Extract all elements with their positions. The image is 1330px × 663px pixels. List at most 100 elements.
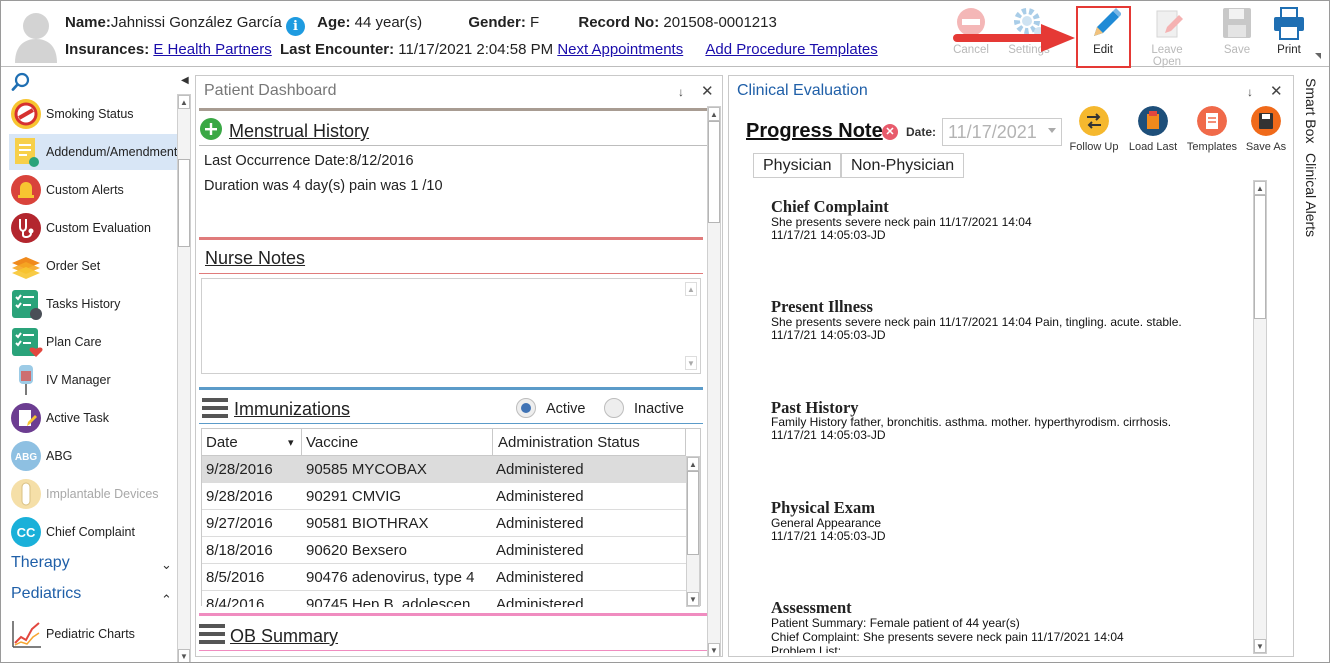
alarm-bell-icon <box>11 175 41 205</box>
table-scrollbar[interactable]: ▲ ▼ <box>686 456 700 607</box>
table-row[interactable]: 8/4/2016 90745 Hep B, adolescen Administ… <box>202 591 686 607</box>
search-icon[interactable] <box>11 72 31 92</box>
sidebar-section-pediatrics[interactable]: Pediatrics <box>11 585 81 603</box>
last-encounter-value: 11/17/2021 2:04:58 PM <box>398 41 554 58</box>
pencil-icon <box>1094 8 1121 36</box>
scroll-down-icon[interactable]: ▼ <box>685 356 697 370</box>
immunizations-title[interactable]: Immunizations <box>234 399 350 420</box>
scroll-up-icon[interactable]: ▲ <box>687 457 699 471</box>
templates-button[interactable]: Templates <box>1183 106 1241 153</box>
close-icon[interactable]: ✕ <box>1270 82 1283 100</box>
date-picker[interactable]: 11/17/2021 <box>942 118 1062 146</box>
collapse-sidebar-icon[interactable]: ◀ <box>181 75 189 86</box>
pin-icon[interactable]: ↓ <box>1247 85 1253 99</box>
save-as-icon <box>1251 106 1281 136</box>
nurse-notes-textarea[interactable]: ▲ ▼ <box>201 278 701 374</box>
sort-icon[interactable]: ▾ <box>288 436 294 449</box>
note-scrollbar[interactable]: ▲ ▼ <box>1253 180 1267 654</box>
table-row[interactable]: 8/5/2016 90476 adenovirus, type 4 Admini… <box>202 564 686 591</box>
smart-box-tab[interactable]: Smart Box <box>1303 78 1319 143</box>
table-header: Date ▾ Vaccine Administration Status <box>202 429 686 456</box>
clinical-alerts-tab[interactable]: Clinical Alerts <box>1303 153 1319 237</box>
info-icon[interactable]: i <box>285 17 305 36</box>
progress-note-title[interactable]: Progress Note <box>746 120 883 143</box>
scroll-thumb[interactable] <box>708 121 720 223</box>
scroll-thumb[interactable] <box>178 159 190 247</box>
column-separator <box>301 429 302 456</box>
column-header-status[interactable]: Administration Status <box>498 434 640 451</box>
dashboard-scrollbar[interactable]: ▲ ▼ <box>707 106 721 656</box>
follow-up-button[interactable]: Follow Up <box>1065 106 1123 153</box>
scroll-thumb[interactable] <box>1254 195 1266 319</box>
sidebar-item-order-set[interactable]: Order Set <box>9 248 177 284</box>
sidebar-item-custom-alerts[interactable]: Custom Alerts <box>9 172 177 208</box>
scroll-down-icon[interactable]: ▼ <box>178 649 190 662</box>
sidebar-scrollbar[interactable]: ▲ ▼ <box>177 94 191 662</box>
line-chart-icon <box>12 621 41 648</box>
cell-status: Administered <box>496 461 584 478</box>
ob-summary-title[interactable]: OB Summary <box>230 626 338 647</box>
nurse-notes-title[interactable]: Nurse Notes <box>205 248 305 269</box>
note-line: Chief Complaint: She presents severe nec… <box>771 630 1124 644</box>
sidebar-section-therapy[interactable]: Therapy <box>11 554 70 572</box>
sidebar-item-plan-care[interactable]: Plan Care <box>9 324 177 360</box>
load-last-button[interactable]: Load Last <box>1124 106 1182 153</box>
sidebar-item-iv-manager[interactable]: IV Manager <box>9 362 177 398</box>
scroll-up-icon[interactable]: ▲ <box>1254 181 1266 195</box>
table-row[interactable]: 8/18/2016 90620 Bexsero Administered <box>202 537 686 564</box>
sidebar-item-label: Custom Evaluation <box>46 221 151 235</box>
sidebar-item-smoking-status[interactable]: Smoking Status <box>9 96 177 132</box>
table-row[interactable]: 9/27/2016 90581 BIOTHRAX Administered <box>202 510 686 537</box>
sidebar-item-implantable-devices[interactable]: Implantable Devices <box>9 476 177 512</box>
scroll-down-icon[interactable]: ▼ <box>708 643 720 656</box>
next-appointments-link[interactable]: Next Appointments <box>557 41 683 58</box>
menstrual-history-title[interactable]: Menstrual History <box>229 121 369 142</box>
section-heading-chief-complaint: Chief Complaint <box>771 197 889 216</box>
table-row[interactable]: 9/28/2016 90585 MYCOBAX Administered <box>202 456 686 483</box>
menu-icon[interactable] <box>199 623 225 645</box>
gender-value: F <box>530 14 540 31</box>
chevron-up-icon[interactable]: ⌃ <box>161 592 172 608</box>
active-radio-label[interactable]: Active <box>546 401 586 417</box>
remove-note-icon[interactable]: ✕ <box>882 124 898 140</box>
sidebar-item-chief-complaint[interactable]: CC Chief Complaint <box>9 514 177 550</box>
sidebar-item-label: Custom Alerts <box>46 183 124 197</box>
sidebar-item-addendum[interactable]: Addendum/Amendment <box>9 134 177 170</box>
save-button[interactable]: Save <box>1209 7 1265 65</box>
close-icon[interactable]: ✕ <box>701 82 714 100</box>
scroll-down-icon[interactable]: ▼ <box>1254 639 1266 653</box>
sidebar-item-custom-evaluation[interactable]: Custom Evaluation <box>9 210 177 246</box>
column-header-date[interactable]: Date <box>206 434 238 451</box>
header-expand-icon[interactable] <box>1315 53 1321 59</box>
inactive-radio[interactable] <box>604 398 624 418</box>
print-button[interactable]: Print <box>1261 7 1317 65</box>
leave-open-button[interactable]: Leave Open <box>1139 7 1195 68</box>
age-label: Age: <box>317 14 351 31</box>
insurance-link[interactable]: E Health Partners <box>153 41 271 58</box>
tab-non-physician[interactable]: Non-Physician <box>841 153 965 178</box>
scroll-up-icon[interactable]: ▲ <box>178 95 190 109</box>
sidebar-item-abg[interactable]: ABG ABG <box>9 438 177 474</box>
pin-icon[interactable]: ↓ <box>678 85 684 99</box>
add-icon[interactable] <box>200 118 222 140</box>
active-radio[interactable] <box>516 398 536 418</box>
chevron-down-icon[interactable]: ⌄ <box>161 557 172 573</box>
scroll-down-icon[interactable]: ▼ <box>687 592 699 606</box>
inactive-radio-label[interactable]: Inactive <box>634 401 684 417</box>
scroll-thumb[interactable] <box>687 471 699 555</box>
menu-icon[interactable] <box>202 397 228 419</box>
save-as-button[interactable]: Save As <box>1237 106 1293 153</box>
sidebar-item-label: Implantable Devices <box>46 487 159 501</box>
add-procedure-templates-link[interactable]: Add Procedure Templates <box>705 41 877 58</box>
scroll-up-icon[interactable]: ▲ <box>685 282 697 296</box>
sidebar-item-tasks-history[interactable]: Tasks History <box>9 286 177 322</box>
sidebar-item-pediatric-charts[interactable]: Pediatric Charts <box>9 616 177 652</box>
sidebar-item-label: Smoking Status <box>46 107 134 121</box>
dropdown-arrow-icon[interactable] <box>1048 128 1056 133</box>
sidebar-item-active-task[interactable]: Active Task <box>9 400 177 436</box>
scroll-up-icon[interactable]: ▲ <box>708 107 720 121</box>
tab-physician[interactable]: Physician <box>753 153 842 178</box>
edit-button[interactable]: Edit <box>1075 7 1131 65</box>
table-row[interactable]: 9/28/2016 90291 CMVIG Administered <box>202 483 686 510</box>
column-header-vaccine[interactable]: Vaccine <box>306 434 358 451</box>
